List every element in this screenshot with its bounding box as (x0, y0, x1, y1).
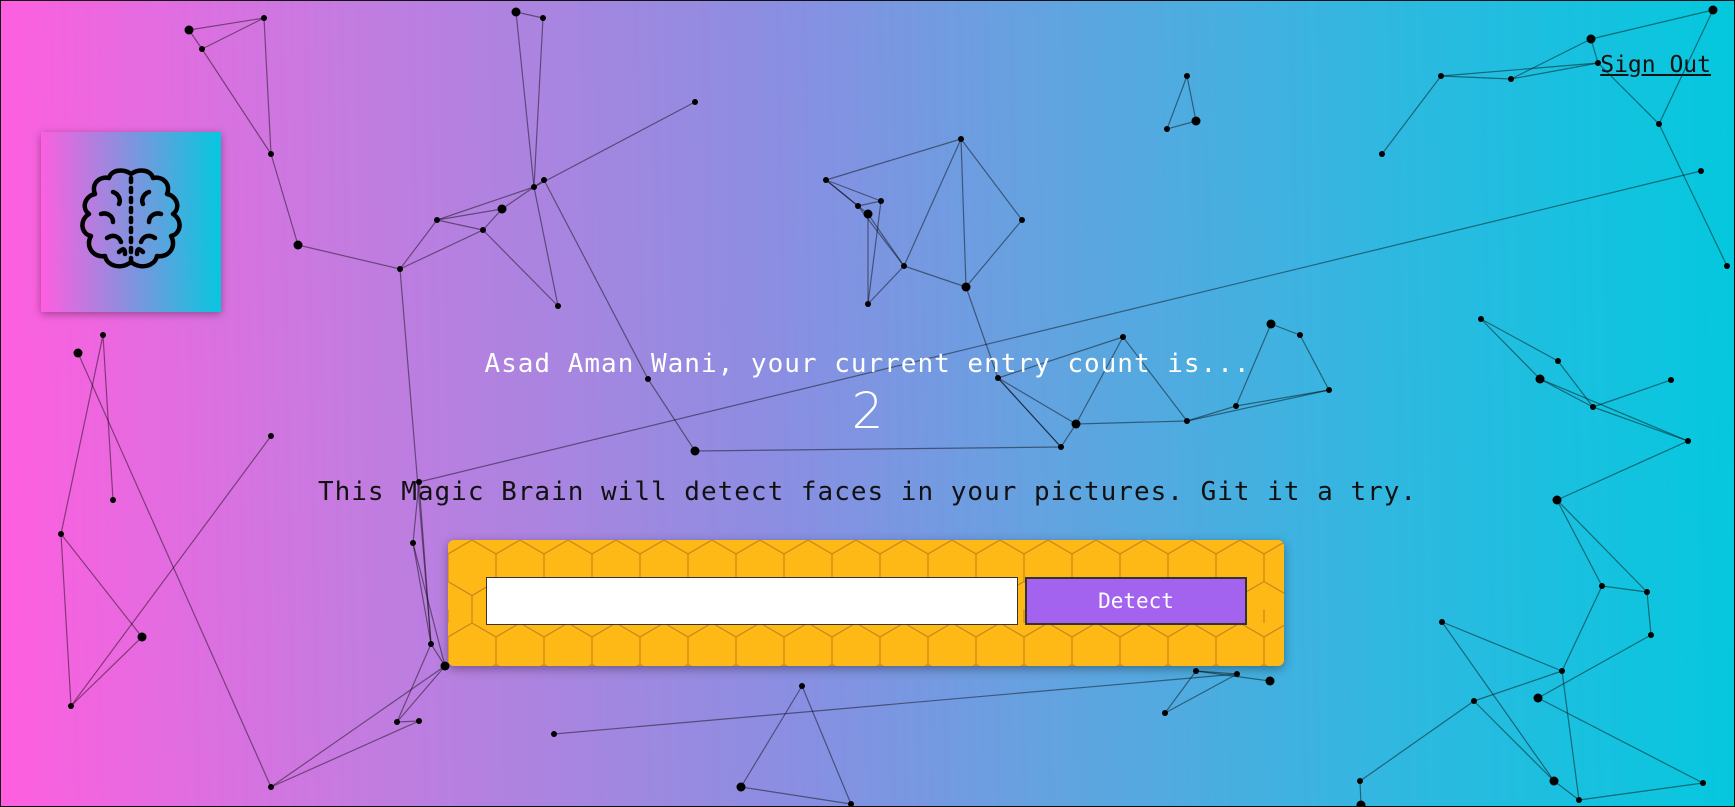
image-url-input[interactable] (486, 577, 1018, 625)
sign-out-link[interactable]: Sign Out (1600, 52, 1711, 78)
image-link-form: Detect (448, 540, 1284, 666)
form-description: This Magic Brain will detect faces in yo… (317, 477, 1418, 507)
detect-button[interactable]: Detect (1025, 577, 1247, 625)
app-window: Sign Out Asad Aman Wani, your current en… (0, 0, 1735, 807)
brain-icon (73, 162, 189, 282)
entry-count: 2 (851, 382, 884, 440)
rank-message: Asad Aman Wani, your current entry count… (484, 349, 1251, 379)
logo (41, 132, 221, 312)
